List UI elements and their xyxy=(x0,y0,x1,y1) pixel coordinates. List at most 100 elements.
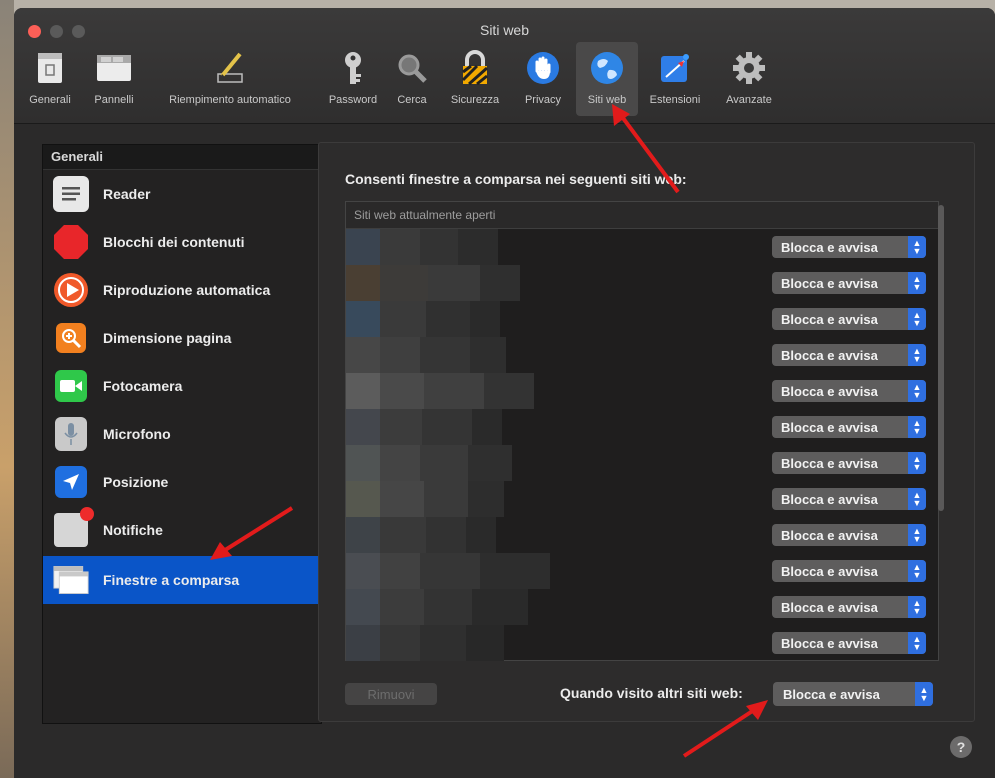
popup-setting-select[interactable]: Blocca e avvisa ▲ ▼ xyxy=(772,380,926,402)
pixelated-website-name xyxy=(484,373,534,409)
pixelated-website-name xyxy=(468,445,512,481)
sidebar: Generali Reader Blocchi dei contenuti Ri… xyxy=(42,144,322,724)
list-item[interactable]: Blocca e avvisa ▲ ▼ xyxy=(346,337,938,373)
puzzle-icon xyxy=(657,50,693,86)
general-icon xyxy=(32,50,68,86)
pixelated-website-name xyxy=(380,553,420,589)
pixelated-website-name xyxy=(380,301,426,337)
pixelated-website-name xyxy=(346,337,380,373)
chevron-updown-icon: ▲ ▼ xyxy=(908,236,926,258)
chevron-updown-icon: ▲ ▼ xyxy=(915,682,933,706)
pixelated-website-name xyxy=(346,589,380,625)
popup-setting-select[interactable]: Blocca e avvisa ▲ ▼ xyxy=(772,524,926,546)
popup-setting-select[interactable]: Blocca e avvisa ▲ ▼ xyxy=(772,344,926,366)
list-item[interactable]: Blocca e avvisa ▲ ▼ xyxy=(346,409,938,445)
pixelated-website-name xyxy=(420,445,468,481)
pixelated-website-name xyxy=(458,229,498,265)
pixelated-website-name xyxy=(424,589,472,625)
pixelated-website-name xyxy=(470,337,506,373)
pixelated-website-name xyxy=(380,373,424,409)
globe-icon xyxy=(589,50,625,86)
chevron-updown-icon: ▲ ▼ xyxy=(908,596,926,618)
remove-button[interactable]: Rimuovi xyxy=(345,683,437,705)
tabs-icon xyxy=(96,50,132,86)
popup-setting-select[interactable]: Blocca e avvisa ▲ ▼ xyxy=(772,560,926,582)
list-item[interactable]: Blocca e avvisa ▲ ▼ xyxy=(346,229,938,265)
pixelated-website-name xyxy=(472,589,528,625)
toolbar-pannelli[interactable]: Pannelli xyxy=(82,42,146,116)
pixelated-website-name xyxy=(480,265,520,301)
scrollbar[interactable] xyxy=(938,205,944,511)
annotation-arrow-toolbar xyxy=(612,104,680,194)
list-item[interactable]: Blocca e avvisa ▲ ▼ xyxy=(346,553,938,589)
toolbar-avanzate[interactable]: Avanzate xyxy=(714,42,784,116)
column-header: Siti web attualmente aperti xyxy=(346,202,938,229)
sidebar-item-microfono[interactable]: Microfono xyxy=(43,410,321,458)
toolbar-cerca[interactable]: Cerca xyxy=(390,42,434,116)
list-item[interactable]: Blocca e avvisa ▲ ▼ xyxy=(346,301,938,337)
sidebar-item-fotocamera[interactable]: Fotocamera xyxy=(43,362,321,410)
popup-setting-select[interactable]: Blocca e avvisa ▲ ▼ xyxy=(772,236,926,258)
pixelated-website-name xyxy=(420,337,470,373)
pixelated-website-name xyxy=(426,517,466,553)
list-item[interactable]: Blocca e avvisa ▲ ▼ xyxy=(346,265,938,301)
popup-setting-select[interactable]: Blocca e avvisa ▲ ▼ xyxy=(772,308,926,330)
websites-panel: Consenti finestre a comparsa nei seguent… xyxy=(318,142,975,722)
list-item[interactable]: Blocca e avvisa ▲ ▼ xyxy=(346,589,938,625)
stop-icon xyxy=(53,224,89,260)
pixelated-website-name xyxy=(346,445,380,481)
popup-setting-select[interactable]: Blocca e avvisa ▲ ▼ xyxy=(772,488,926,510)
chevron-updown-icon: ▲ ▼ xyxy=(908,272,926,294)
pixelated-website-name xyxy=(346,625,380,661)
popup-setting-select[interactable]: Blocca e avvisa ▲ ▼ xyxy=(772,632,926,654)
pixelated-website-name xyxy=(428,265,480,301)
pixelated-website-name xyxy=(380,265,428,301)
other-sites-popup[interactable]: Blocca e avvisa ▲ ▼ xyxy=(773,682,933,706)
pixelated-website-name xyxy=(420,229,458,265)
chevron-updown-icon: ▲ ▼ xyxy=(908,632,926,654)
chevron-updown-icon: ▲ ▼ xyxy=(908,344,926,366)
sidebar-item-posizione[interactable]: Posizione xyxy=(43,458,321,506)
desktop-background xyxy=(0,0,14,778)
list-item[interactable]: Blocca e avvisa ▲ ▼ xyxy=(346,445,938,481)
gear-icon xyxy=(731,50,767,86)
toolbar-sicurezza[interactable]: Sicurezza xyxy=(438,42,512,116)
list-item[interactable]: Blocca e avvisa ▲ ▼ xyxy=(346,373,938,409)
pixelated-website-name xyxy=(380,625,420,661)
sidebar-item-blocchi-contenuti[interactable]: Blocchi dei contenuti xyxy=(43,218,321,266)
chevron-updown-icon: ▲ ▼ xyxy=(908,380,926,402)
toolbar-password[interactable]: Password xyxy=(320,42,386,116)
sidebar-item-dimensione-pagina[interactable]: Dimensione pagina xyxy=(43,314,321,362)
pixelated-website-name xyxy=(346,481,380,517)
play-icon xyxy=(53,272,89,308)
pixelated-website-name xyxy=(470,301,500,337)
pixelated-website-name xyxy=(424,373,484,409)
pixelated-website-name xyxy=(346,373,380,409)
popup-setting-select[interactable]: Blocca e avvisa ▲ ▼ xyxy=(772,416,926,438)
list-item[interactable]: Blocca e avvisa ▲ ▼ xyxy=(346,625,938,661)
list-item[interactable]: Blocca e avvisa ▲ ▼ xyxy=(346,481,938,517)
toolbar-riempimento-automatico[interactable]: Riempimento automatico xyxy=(146,42,314,116)
chevron-updown-icon: ▲ ▼ xyxy=(908,416,926,438)
sidebar-item-reader[interactable]: Reader xyxy=(43,170,321,218)
annotation-arrow-bottom xyxy=(682,700,768,758)
toolbar-generali[interactable]: Generali xyxy=(18,42,82,116)
toolbar-privacy[interactable]: Privacy xyxy=(514,42,572,116)
window-title: Siti web xyxy=(479,22,530,38)
pixelated-website-name xyxy=(472,409,502,445)
zoom-icon xyxy=(56,323,86,353)
popup-setting-select[interactable]: Blocca e avvisa ▲ ▼ xyxy=(772,272,926,294)
sidebar-header: Generali xyxy=(43,145,321,170)
sidebar-item-riproduzione-automatica[interactable]: Riproduzione automatica xyxy=(43,266,321,314)
pixelated-website-name xyxy=(346,409,380,445)
list-item[interactable]: Blocca e avvisa ▲ ▼ xyxy=(346,517,938,553)
websites-list[interactable]: Siti web attualmente aperti Blocca e avv… xyxy=(345,201,939,661)
pixelated-website-name xyxy=(426,301,470,337)
popup-setting-select[interactable]: Blocca e avvisa ▲ ▼ xyxy=(772,596,926,618)
pixelated-website-name xyxy=(422,409,472,445)
help-button[interactable]: ? xyxy=(950,736,972,758)
pixelated-website-name xyxy=(466,517,496,553)
popup-setting-select[interactable]: Blocca e avvisa ▲ ▼ xyxy=(772,452,926,474)
pixelated-website-name xyxy=(468,481,504,517)
pixelated-website-name xyxy=(380,517,426,553)
